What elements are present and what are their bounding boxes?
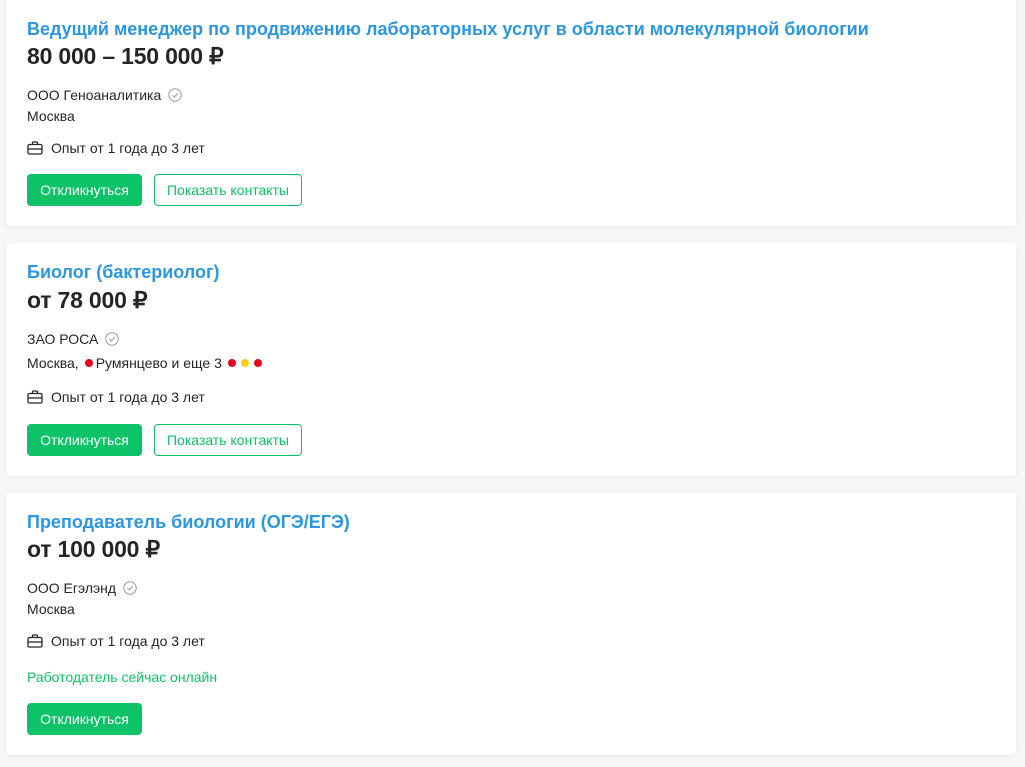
- vacancy-card: Биолог (бактериолог) от 78 000 ₽ ЗАО РОС…: [6, 243, 1016, 476]
- metro-station: Румянцево: [95, 355, 168, 371]
- vacancy-location: Москва, Румянцево и еще 3: [27, 355, 262, 371]
- experience-text: Опыт от 1 года до 3 лет: [51, 633, 205, 649]
- metro-lines: [227, 359, 262, 367]
- metro-line-icon: [84, 359, 93, 367]
- briefcase-icon: [27, 634, 43, 648]
- company-row: ООО Геноаналитика: [27, 87, 182, 103]
- show-contacts-button[interactable]: Показать контакты: [154, 174, 302, 206]
- company-name-link[interactable]: ООО Геноаналитика: [27, 87, 161, 103]
- company-row: ЗАО РОСА: [27, 331, 120, 347]
- vacancy-salary: 80 000 – 150 000 ₽: [27, 43, 224, 69]
- metro-extra: и еще 3: [171, 355, 222, 371]
- employer-online-status: Работодатель сейчас онлайн: [27, 669, 218, 685]
- company-name-link[interactable]: ЗАО РОСА: [27, 331, 98, 347]
- briefcase-icon: [27, 390, 43, 404]
- vacancy-location: Москва: [27, 601, 75, 617]
- metro-line-icon: [253, 359, 262, 367]
- experience-text: Опыт от 1 года до 3 лет: [51, 140, 205, 156]
- location-city: Москва: [27, 108, 75, 124]
- metro-line-icon: [240, 359, 249, 367]
- company-row: ООО Егэлэнд: [27, 580, 137, 596]
- vacancy-location: Москва: [27, 108, 75, 124]
- vacancy-title-link[interactable]: Биолог (бактериолог): [27, 262, 220, 283]
- briefcase-icon: [27, 141, 43, 155]
- experience-row: Опыт от 1 года до 3 лет: [27, 389, 205, 405]
- vacancy-title-link[interactable]: Преподаватель биологии (ОГЭ/ЕГЭ): [27, 512, 350, 533]
- verified-check-icon: [123, 581, 137, 595]
- show-contacts-button[interactable]: Показать контакты: [154, 424, 302, 456]
- experience-row: Опыт от 1 года до 3 лет: [27, 633, 205, 649]
- vacancy-card: Ведущий менеджер по продвижению лаборато…: [6, 0, 1016, 226]
- vacancy-salary: от 78 000 ₽: [27, 287, 148, 313]
- vacancy-list: Ведущий менеджер по продвижению лаборато…: [0, 0, 1025, 767]
- verified-check-icon: [105, 332, 120, 346]
- location-city: Москва: [27, 601, 75, 617]
- experience-row: Опыт от 1 года до 3 лет: [27, 140, 205, 156]
- respond-button[interactable]: Откликнуться: [27, 424, 142, 456]
- vacancy-salary: от 100 000 ₽: [27, 536, 160, 562]
- respond-button[interactable]: Откликнуться: [27, 703, 142, 735]
- location-city: Москва,: [27, 355, 79, 371]
- experience-text: Опыт от 1 года до 3 лет: [51, 389, 205, 405]
- company-name-link[interactable]: ООО Егэлэнд: [27, 580, 116, 596]
- vacancy-card: Преподаватель биологии (ОГЭ/ЕГЭ) от 100 …: [6, 493, 1016, 755]
- vacancy-title-link[interactable]: Ведущий менеджер по продвижению лаборато…: [27, 19, 869, 40]
- respond-button[interactable]: Откликнуться: [27, 174, 142, 206]
- metro-line-icon: [227, 359, 236, 367]
- verified-check-icon: [168, 88, 182, 102]
